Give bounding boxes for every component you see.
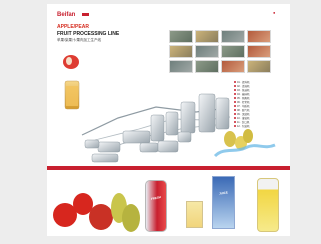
- apple-glass-illustration: [63, 55, 80, 110]
- pump-icon: [139, 142, 159, 153]
- legend-text: 12 · 包装机: [237, 125, 250, 128]
- water-splash-icon: [213, 143, 276, 158]
- legend-dot: [234, 125, 236, 127]
- legend-dot: [234, 121, 236, 123]
- juice-carton-icon: JUICE: [212, 176, 235, 229]
- legend-dot: [234, 113, 236, 115]
- legend-dot: [234, 93, 236, 95]
- legend-dot: [234, 85, 236, 87]
- legend-item: 12 · 包装机: [234, 124, 284, 128]
- filler-icon: [215, 97, 230, 130]
- carton-label: JUICE: [218, 190, 229, 196]
- washing-machine-icon: [122, 130, 151, 144]
- legend-dot: [234, 109, 236, 111]
- pear-splash-illustration: [213, 129, 276, 158]
- cooling-unit-icon: [177, 131, 192, 143]
- can-label: FRESH: [150, 194, 162, 202]
- catalog-page: Beifan ● APPLE/PEAR FRUIT PROCESSING LIN…: [47, 4, 290, 236]
- evaporator-icon: [180, 101, 196, 134]
- juice-glass-icon: [186, 201, 203, 228]
- page-root: { "header": { "brand": "Beifan", "top_ma…: [0, 0, 321, 244]
- pear-icon: [122, 204, 140, 232]
- red-apple-icon: [89, 204, 113, 230]
- hopper-icon: [84, 139, 100, 149]
- legend-dot: [234, 117, 236, 119]
- legend-dot: [234, 89, 236, 91]
- legend-dot: [234, 101, 236, 103]
- legend-dot: [234, 81, 236, 83]
- sterilizer-icon: [157, 140, 179, 153]
- products-strip: FRESH JUICE: [47, 170, 290, 236]
- juice-fill-icon: [66, 86, 78, 106]
- pear-icon: [243, 129, 253, 143]
- legend-dot: [234, 105, 236, 107]
- juice-can-icon: FRESH: [145, 180, 167, 232]
- juice-bottle-icon: [257, 178, 279, 232]
- crusher-icon: [150, 114, 165, 142]
- apple-flesh-icon: [66, 57, 72, 65]
- preheater-icon: [165, 111, 179, 136]
- process-machines: [81, 93, 231, 163]
- fruit-products-illustration: [53, 193, 140, 232]
- equipment-legend: 01 · 提升机 02 · 清洗机 03 · 拣选机 04 · 破碎机 05 ·…: [234, 80, 284, 128]
- pear-icon: [224, 131, 236, 147]
- legend-dot: [234, 97, 236, 99]
- storage-tank-icon: [198, 93, 216, 133]
- red-apple-icon: [73, 193, 93, 215]
- packing-line-icon: [91, 153, 119, 163]
- conveyor-icon: [97, 141, 121, 153]
